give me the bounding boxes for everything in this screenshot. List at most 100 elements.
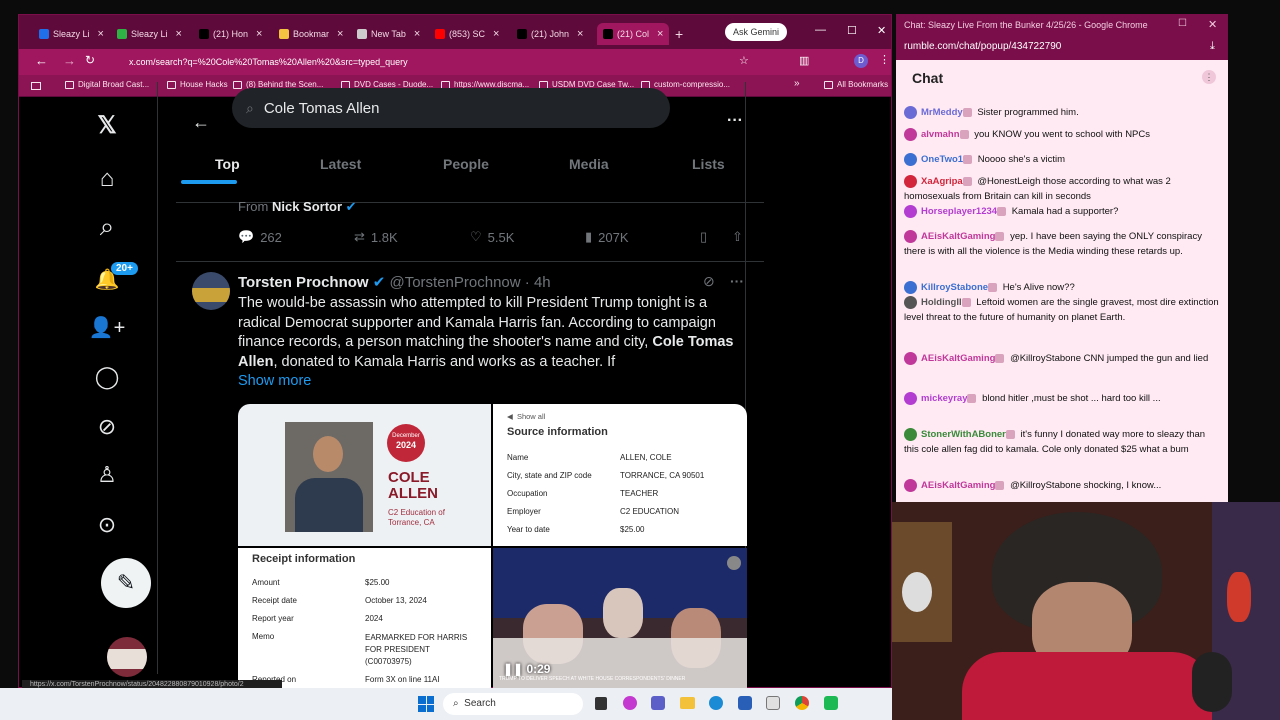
grok-icon[interactable]: ⊘ [86, 406, 128, 448]
user-avatar[interactable] [904, 128, 917, 141]
profile-card-image[interactable]: December 2024 COLE ALLEN C2 Education of T… [238, 404, 491, 546]
user-avatar[interactable] [904, 175, 917, 188]
browser-tab[interactable]: Sleazy Li × [117, 23, 182, 45]
tab-close-icon[interactable]: × [657, 28, 663, 40]
browser-tab[interactable]: Bookmar × [279, 23, 343, 45]
user-avatar[interactable] [904, 153, 917, 166]
tab-people[interactable]: People [443, 156, 489, 172]
chrome-icon[interactable] [795, 696, 809, 710]
bookmark-icon[interactable]: ▯ [700, 229, 707, 245]
tweet-author-name[interactable]: Torsten Prochnow [238, 274, 369, 291]
tab-close-icon[interactable]: × [256, 28, 262, 40]
download-icon[interactable]: ⤓ [1210, 40, 1215, 53]
sidepanel-icon[interactable]: ▥ [799, 54, 809, 67]
grok-icon[interactable]: ⊘ [703, 273, 715, 290]
maximize-icon[interactable]: ☐ [847, 24, 857, 37]
minimize-icon[interactable]: — [815, 24, 826, 36]
menu-icon[interactable]: ⋮ [879, 53, 890, 66]
user-avatar[interactable] [904, 106, 917, 119]
tab-close-icon[interactable]: × [493, 28, 499, 40]
task-view-icon[interactable] [595, 697, 607, 710]
more-icon[interactable]: ⊙ [86, 504, 128, 546]
quoted-author[interactable]: Nick Sortor [272, 199, 342, 214]
ask-gemini-button[interactable]: Ask Gemini [725, 23, 788, 41]
start-button[interactable] [418, 696, 434, 712]
all-bookmarks[interactable]: All Bookmarks [824, 80, 888, 89]
more-options-icon[interactable]: ··· [727, 112, 743, 130]
account-avatar[interactable] [107, 637, 147, 677]
user-avatar[interactable] [904, 392, 917, 405]
app-icon[interactable] [824, 696, 838, 710]
app-icon[interactable] [766, 696, 780, 710]
edge-icon[interactable] [709, 696, 723, 710]
copilot-icon[interactable] [623, 696, 637, 710]
profile-icon[interactable]: ♙ [86, 454, 128, 496]
user-avatar[interactable] [904, 296, 917, 309]
tab-media[interactable]: Media [569, 156, 609, 172]
tweet-handle[interactable]: @TorstenProchnow [389, 274, 520, 291]
chat-username[interactable]: AEisKaltGaming [921, 353, 995, 364]
url-input[interactable]: x.com/search?q=%20Cole%20Tomas%20Allen%2… [119, 53, 759, 71]
x-logo-icon[interactable]: 𝕏 [86, 104, 128, 146]
chat-username[interactable]: Horseplayer1234 [921, 206, 997, 217]
reload-icon[interactable]: ↻ [85, 53, 95, 67]
profile-avatar[interactable]: D [854, 54, 868, 68]
browser-tab[interactable]: (853) SC × [435, 23, 499, 45]
browser-tab[interactable]: Sleazy Li × [39, 23, 104, 45]
user-avatar[interactable] [904, 352, 917, 365]
bookmark-item[interactable]: Digital Broad Cast... [65, 80, 149, 89]
browser-tab[interactable]: New Tab × [357, 23, 420, 45]
forward-icon[interactable]: → [63, 53, 76, 68]
search-icon[interactable]: ⌕ [86, 206, 128, 248]
chat-username[interactable]: KillroyStabone [921, 282, 988, 293]
chat-username[interactable]: OneTwo1 [921, 154, 963, 165]
more-options-icon[interactable]: ··· [730, 273, 744, 289]
reply-button[interactable]: 💬 262 [238, 229, 282, 245]
user-avatar[interactable] [904, 205, 917, 218]
video-time[interactable]: ❚❚ 0:29 [503, 662, 550, 676]
receipt-info-image[interactable]: Receipt information Amount $25.00 Receip… [238, 548, 491, 688]
tab-close-icon[interactable]: × [176, 28, 182, 40]
search-input[interactable]: ⌕ Cole Tomas Allen [232, 88, 670, 128]
browser-tab[interactable]: (21) Col × [597, 23, 670, 45]
video-player[interactable]: ❚❚ 0:29 TRUMP TO DELIVER SPEECH AT WHITE… [493, 548, 747, 688]
chat-username[interactable]: MrMeddy [921, 107, 963, 118]
tab-close-icon[interactable]: × [577, 28, 583, 40]
browser-tab[interactable]: (21) John × [517, 23, 583, 45]
chat-username[interactable]: AEisKaltGaming [921, 480, 995, 491]
chat-username[interactable]: HoldingII [921, 297, 962, 308]
user-avatar[interactable] [904, 428, 917, 441]
show-more-link[interactable]: Show more [238, 373, 311, 389]
tab-top[interactable]: Top [215, 156, 240, 172]
chat-menu-icon[interactable]: ⋮ [1202, 70, 1216, 84]
file-explorer-icon[interactable] [680, 697, 695, 709]
tab-lists[interactable]: Lists [692, 156, 725, 172]
messages-icon[interactable]: ◯ [86, 356, 128, 398]
new-tab-button[interactable]: + [675, 23, 683, 45]
tab-close-icon[interactable]: × [414, 28, 420, 40]
chat-username[interactable]: mickeyray [921, 393, 967, 404]
add-people-icon[interactable]: 👤+ [86, 306, 128, 348]
like-button[interactable]: ♡ 5.5K [470, 229, 514, 245]
chevron-right-icon[interactable]: » [794, 78, 800, 89]
repost-button[interactable]: ⇄ 1.8K [354, 229, 398, 245]
user-avatar[interactable] [904, 479, 917, 492]
source-info-image[interactable]: ◀ Show all Source information Name ALLEN… [493, 404, 747, 546]
user-avatar[interactable] [904, 230, 917, 243]
chat-username[interactable]: alvmahn [921, 129, 960, 140]
user-avatar[interactable] [904, 281, 917, 294]
browser-tab[interactable]: (21) Hon × [199, 23, 262, 45]
close-icon[interactable]: ✕ [877, 24, 886, 37]
store-icon[interactable] [738, 696, 752, 710]
taskbar-search[interactable]: ⌕ Search [443, 693, 583, 715]
maximize-icon[interactable]: ☐ [1178, 18, 1187, 29]
tab-close-icon[interactable]: × [98, 28, 104, 40]
teams-icon[interactable] [651, 696, 665, 710]
back-arrow-icon[interactable]: ← [192, 112, 210, 133]
tweet-avatar[interactable] [192, 272, 230, 310]
views-button[interactable]: ▮ 207K [585, 229, 629, 245]
apps-icon[interactable] [31, 82, 41, 90]
tab-latest[interactable]: Latest [320, 156, 361, 172]
share-icon[interactable]: ⇧ [732, 229, 743, 245]
tab-close-icon[interactable]: × [337, 28, 343, 40]
